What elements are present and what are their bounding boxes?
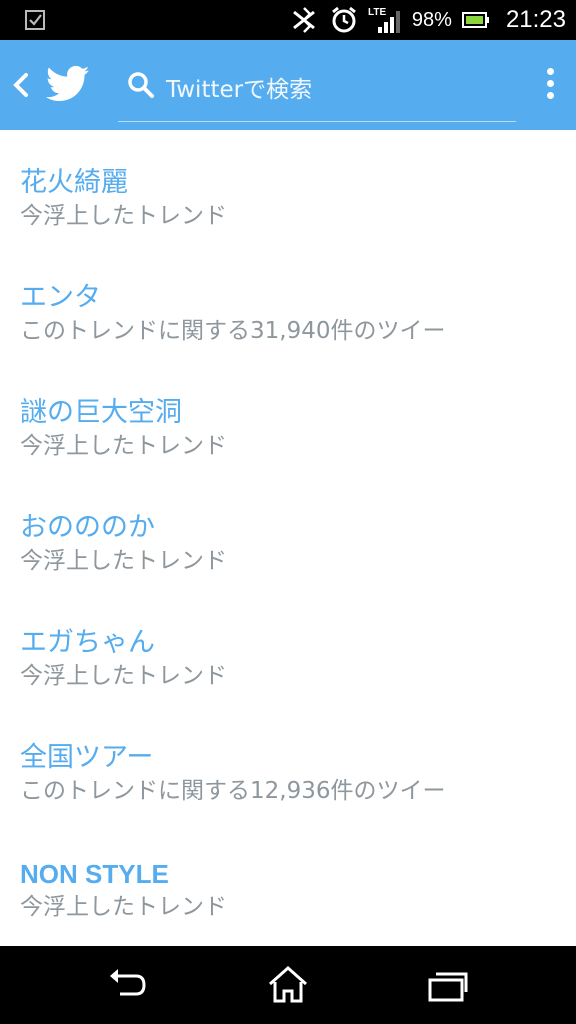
recents-icon[interactable] [426, 964, 470, 1006]
trends-list: 花火綺麗 今浮上したトレンド エンタ このトレンドに関する31,940件のツイー… [0, 130, 576, 946]
app-bar: Twitterで検索 [0, 40, 576, 130]
trend-subtitle: 今浮上したトレンド [20, 433, 227, 459]
twitter-bird-icon[interactable] [46, 64, 90, 104]
trend-name: 謎の巨大空洞 [20, 397, 182, 428]
status-bar: LTE 98% 21:23 [0, 0, 576, 40]
trend-name: おのののか [20, 512, 155, 543]
trend-name: エガちゃん [20, 627, 155, 658]
trend-subtitle: このトレンドに関する12,936件のツイー [20, 778, 446, 804]
trend-item[interactable]: 花火綺麗 今浮上したトレンド [20, 166, 560, 232]
trend-name: エンタ [20, 282, 101, 313]
trend-item[interactable]: 謎の巨大空洞 今浮上したトレンド [20, 396, 560, 462]
clock: 21:23 [505, 6, 566, 33]
trend-subtitle: このトレンドに関する31,940件のツイー [20, 318, 446, 344]
overflow-menu-icon[interactable] [538, 64, 562, 106]
back-icon[interactable] [106, 964, 150, 1006]
trend-item[interactable]: NON STYLE 今浮上したトレンド [20, 857, 560, 923]
trend-subtitle: 今浮上したトレンド [20, 663, 227, 689]
trend-subtitle: 今浮上したトレンド [20, 894, 227, 920]
lte-signal-icon: LTE [368, 7, 400, 33]
battery-icon [461, 12, 489, 28]
bluetooth-icon [292, 7, 315, 33]
trend-name: NON STYLE [20, 859, 169, 889]
checkbox-notification-icon [25, 10, 45, 30]
trend-subtitle: 今浮上したトレンド [20, 203, 227, 229]
search-box[interactable]: Twitterで検索 [118, 62, 516, 122]
trend-name: 全国ツアー [20, 742, 154, 773]
status-icons: LTE 98% 21:23 [290, 0, 566, 40]
trend-item[interactable]: 全国ツアー このトレンドに関する12,936件のツイー [20, 741, 560, 807]
navigation-bar [0, 946, 576, 1024]
back-chevron-icon[interactable] [6, 68, 36, 102]
trend-item[interactable]: エンタ このトレンドに関する31,940件のツイー [20, 281, 560, 347]
home-icon[interactable] [266, 964, 310, 1006]
trend-subtitle: 今浮上したトレンド [20, 548, 227, 574]
search-icon [128, 72, 154, 98]
trend-name: 花火綺麗 [20, 167, 128, 198]
svg-text:LTE: LTE [368, 7, 386, 18]
trend-item[interactable]: おのののか 今浮上したトレンド [20, 511, 560, 577]
search-placeholder: Twitterで検索 [166, 77, 313, 103]
battery-percent: 98% [411, 8, 452, 31]
trend-item[interactable]: エガちゃん 今浮上したトレンド [20, 626, 560, 692]
alarm-icon [331, 6, 356, 33]
